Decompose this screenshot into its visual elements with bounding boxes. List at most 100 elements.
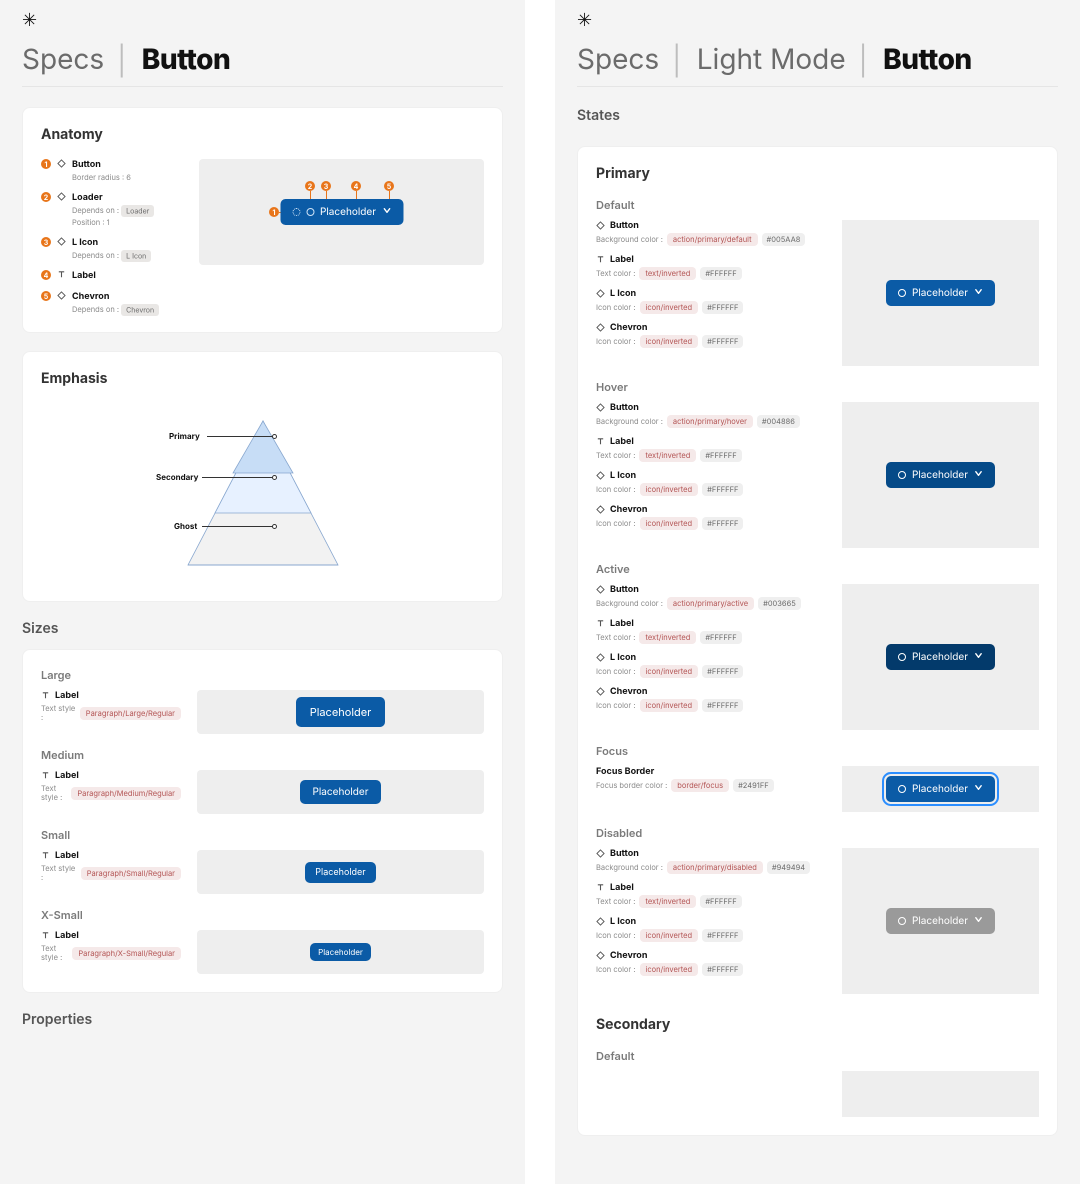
- text-icon: [41, 691, 50, 700]
- diamond-icon: [57, 159, 66, 168]
- page-title-text: Button: [142, 42, 231, 76]
- hex-chip: #FFFFFF: [702, 699, 743, 712]
- size-meta-label: Label: [55, 850, 79, 861]
- primary-states-card: Primary Default Button Background color …: [577, 146, 1058, 1136]
- state-swatch: Placeholder: [842, 584, 1039, 730]
- spec-row: L Icon Icon color :icon/inverted#FFFFFF: [596, 652, 826, 678]
- token-chip: action/primary/disabled: [667, 861, 763, 874]
- size-swatch: Placeholder: [197, 850, 484, 894]
- token-chip: Paragraph/Medium/Regular: [71, 787, 181, 800]
- hex-chip: #FFFFFF: [702, 301, 743, 314]
- state-button-active[interactable]: Placeholder: [886, 644, 995, 670]
- spec-row-name: Chevron: [610, 322, 647, 333]
- state-meta-hover: Button Background color :action/primary/…: [596, 402, 826, 538]
- state-title-hover: Hover: [596, 380, 1039, 394]
- chevron-down-icon: [974, 287, 983, 299]
- breadcrumb-mode: Light Mode: [697, 42, 846, 76]
- state-meta-default: Button Background color :action/primary/…: [596, 220, 826, 356]
- token-chip: Loader: [121, 205, 154, 217]
- size-row-medium: Medium Label Text style :Paragraph/Mediu…: [41, 748, 484, 814]
- anatomy-item: 1 Button Border radius : 6: [41, 159, 181, 182]
- token-chip: border/focus: [671, 779, 729, 792]
- hex-chip: #FFFFFF: [702, 963, 743, 976]
- spec-row: Chevron Icon color :icon/inverted#FFFFFF: [596, 504, 826, 530]
- size-title: Medium: [41, 748, 484, 762]
- state-swatch: Placeholder: [842, 402, 1039, 548]
- hex-chip: #2491FF: [733, 779, 774, 792]
- hex-chip: #FFFFFF: [702, 517, 743, 530]
- anatomy-item-name: Label: [72, 270, 96, 281]
- divider: [22, 86, 503, 87]
- states-heading: States: [577, 107, 1058, 124]
- token-chip: icon/inverted: [640, 665, 699, 678]
- diamond-icon: [596, 505, 605, 514]
- anatomy-number-badge-icon: 2: [41, 192, 51, 202]
- text-icon: [596, 255, 605, 264]
- state-button-hover[interactable]: Placeholder: [886, 462, 995, 488]
- diamond-icon: [596, 585, 605, 594]
- text-icon: [596, 883, 605, 892]
- leading-icon: [898, 653, 906, 661]
- anatomy-sample-button[interactable]: Placeholder: [280, 199, 403, 225]
- spec-row-name: Label: [610, 618, 634, 629]
- emphasis-label-ghost: Ghost: [174, 521, 197, 531]
- loader-icon: [292, 208, 300, 216]
- hex-chip: #FFFFFF: [702, 483, 743, 496]
- spec-row-name: Button: [610, 402, 639, 413]
- size-demo-button[interactable]: Placeholder: [305, 862, 375, 883]
- properties-heading: Properties: [22, 1011, 503, 1028]
- text-icon: [41, 771, 50, 780]
- anatomy-item-name: Loader: [72, 192, 103, 203]
- token-chip: Chevron: [121, 304, 159, 316]
- chevron-down-icon: [382, 206, 391, 218]
- spec-row-name: Chevron: [610, 950, 647, 961]
- state-title-disabled: Disabled: [596, 826, 1039, 840]
- spec-row-name: L Icon: [610, 652, 636, 663]
- anatomy-card: Anatomy 1 Button Border radius : 6 2: [22, 107, 503, 333]
- anatomy-item-name: Button: [72, 159, 101, 170]
- emphasis-pyramid: Primary Secondary Ghost: [41, 403, 484, 583]
- spec-row-name: Chevron: [610, 686, 647, 697]
- diamond-icon: [57, 237, 66, 246]
- text-icon: [57, 270, 66, 279]
- spec-row-name: Button: [610, 584, 639, 595]
- secondary-heading: Secondary: [596, 1016, 1039, 1033]
- state-meta-disabled: Button Background color :action/primary/…: [596, 848, 826, 984]
- anatomy-item-name: Chevron: [72, 291, 109, 302]
- state-button-default[interactable]: Placeholder: [886, 280, 995, 306]
- size-demo-button[interactable]: Placeholder: [310, 943, 371, 961]
- token-chip: icon/inverted: [640, 335, 699, 348]
- diamond-icon: [57, 291, 66, 300]
- button-label: Placeholder: [320, 206, 376, 218]
- token-chip: action/primary/default: [667, 233, 758, 246]
- state-swatch: Placeholder: [842, 766, 1039, 812]
- spec-row: Button Background color :action/primary/…: [596, 402, 826, 428]
- diamond-icon: [596, 917, 605, 926]
- size-row-large: Large Label Text style :Paragraph/Large/…: [41, 668, 484, 734]
- breadcrumb-specs: Specs: [577, 42, 659, 76]
- logo-icon: ✳: [577, 12, 1058, 30]
- anatomy-canvas: 1 2 3 4 5 Placeholder: [199, 159, 484, 265]
- spec-row: Focus Border Focus border color :border/…: [596, 766, 826, 792]
- spec-row-name: Button: [610, 848, 639, 859]
- size-swatch: Placeholder: [197, 690, 484, 734]
- spec-row: L Icon Icon color :icon/inverted#FFFFFF: [596, 288, 826, 314]
- token-chip: icon/inverted: [640, 517, 699, 530]
- spec-row: Label Text color :text/inverted#FFFFFF: [596, 254, 826, 280]
- size-meta-label: Label: [55, 690, 79, 701]
- token-chip: icon/inverted: [640, 963, 699, 976]
- token-chip: Paragraph/Large/Regular: [80, 707, 181, 720]
- diamond-icon: [596, 687, 605, 696]
- size-demo-button[interactable]: Placeholder: [300, 780, 380, 804]
- page-title-right: Specs │ Light Mode │ Button: [577, 42, 1058, 76]
- hex-chip: #FFFFFF: [700, 449, 741, 462]
- token-chip: text/inverted: [639, 449, 696, 462]
- size-title: Small: [41, 828, 484, 842]
- spec-row-name: L Icon: [610, 288, 636, 299]
- size-demo-button[interactable]: Placeholder: [296, 697, 386, 727]
- breadcrumb-sep-icon: │: [114, 42, 132, 76]
- state-button-focus[interactable]: Placeholder: [886, 776, 995, 802]
- anatomy-item: 2 Loader Depends on : Loader Position : …: [41, 192, 181, 227]
- hex-chip: #949494: [767, 861, 810, 874]
- text-icon: [596, 437, 605, 446]
